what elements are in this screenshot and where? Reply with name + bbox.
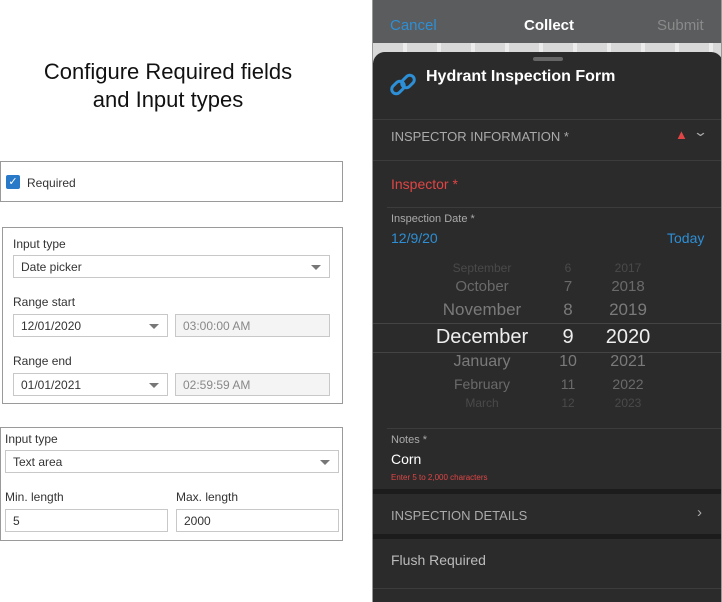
form-sheet: Hydrant Inspection Form INSPECTOR INFORM… <box>373 52 721 602</box>
date-value[interactable]: 12/9/20 <box>391 230 438 246</box>
chevron-down-icon <box>311 265 321 270</box>
chevron-down-icon: ⌄ <box>692 124 709 139</box>
picker-day-option[interactable]: 12 <box>548 396 588 410</box>
picker-day-option[interactable]: 7 <box>548 278 588 295</box>
required-panel: ✓ Required <box>0 161 343 202</box>
input-type-label: Input type <box>5 432 58 446</box>
picker-day-option[interactable]: 6 <box>548 261 588 275</box>
picker-year-option[interactable]: 2023 <box>598 396 658 410</box>
picker-month-option[interactable]: February <box>417 376 547 392</box>
date-config-panel: Input type Date picker Range start 12/01… <box>2 227 343 404</box>
picker-year-option[interactable]: 2019 <box>598 300 658 320</box>
picker-year-option[interactable]: 2021 <box>598 353 658 371</box>
picker-month-option[interactable]: December <box>417 326 547 349</box>
picker-day-option[interactable]: 10 <box>548 353 588 371</box>
picker-month-option[interactable]: September <box>417 261 547 275</box>
chevron-down-icon <box>320 460 330 465</box>
chevron-down-icon <box>149 324 159 329</box>
max-length-label: Max. length <box>176 490 239 504</box>
input-type-label: Input type <box>13 237 66 251</box>
max-length-input[interactable]: 2000 <box>176 509 339 532</box>
required-label: Required <box>27 176 76 190</box>
picker-day-option[interactable]: 8 <box>548 300 588 320</box>
picker-day-option[interactable]: 11 <box>548 376 588 392</box>
section-title: INSPECTOR INFORMATION * <box>391 129 569 144</box>
min-length-input[interactable]: 5 <box>5 509 168 532</box>
nav-bar: Cancel Collect Submit <box>373 0 721 43</box>
link-icon <box>390 73 416 96</box>
picker-month-option[interactable]: January <box>417 353 547 371</box>
picker-year-option[interactable]: 2020 <box>598 326 658 349</box>
page-title: Configure Required fields and Input types <box>43 59 293 112</box>
inspector-field[interactable]: Inspector * <box>391 176 458 192</box>
section-title: INSPECTION DETAILS <box>391 508 528 523</box>
nav-title: Collect <box>524 17 575 34</box>
range-start-date[interactable]: 12/01/2020 <box>13 314 168 337</box>
picker-month-option[interactable]: March <box>417 396 547 410</box>
warning-icon: ▲ <box>675 127 688 142</box>
picker-month-option[interactable]: November <box>417 300 547 320</box>
min-length-label: Min. length <box>5 490 64 504</box>
input-type-select[interactable]: Text area <box>5 450 339 473</box>
range-start-label: Range start <box>13 295 76 309</box>
picker-year-option[interactable]: 2017 <box>598 261 658 275</box>
phone-screen: Cancel Collect Submit Hydrant Inspection… <box>372 0 722 602</box>
date-picker-wheel[interactable]: September October November December January F… <box>373 257 721 410</box>
date-label: Inspection Date * <box>391 213 475 225</box>
picker-year-option[interactable]: 2022 <box>598 376 658 392</box>
flush-required-field[interactable]: Flush Required <box>391 552 486 568</box>
chevron-down-icon <box>149 383 159 388</box>
today-button[interactable]: Today <box>667 230 704 246</box>
form-title: Hydrant Inspection Form <box>426 68 616 85</box>
cancel-button[interactable]: Cancel <box>390 17 437 34</box>
picker-month-option[interactable]: October <box>417 278 547 295</box>
input-type-select[interactable]: Date picker <box>13 255 330 278</box>
text-config-panel: Input type Text area Min. length 5 Max. … <box>0 427 343 541</box>
drag-handle[interactable] <box>533 57 563 61</box>
range-end-date[interactable]: 01/01/2021 <box>13 373 168 396</box>
notes-error: Enter 5 to 2,000 characters <box>391 473 488 482</box>
chevron-right-icon: › <box>697 504 702 521</box>
picker-day-option[interactable]: 9 <box>548 326 588 349</box>
submit-button[interactable]: Submit <box>657 17 704 34</box>
notes-label: Notes * <box>391 434 428 446</box>
range-end-time[interactable]: 02:59:59 AM <box>175 373 330 396</box>
notes-input[interactable]: Corn <box>391 451 421 467</box>
range-start-time[interactable]: 03:00:00 AM <box>175 314 330 337</box>
range-end-label: Range end <box>13 354 72 368</box>
required-checkbox[interactable]: ✓ <box>6 175 20 189</box>
picker-year-option[interactable]: 2018 <box>598 278 658 295</box>
